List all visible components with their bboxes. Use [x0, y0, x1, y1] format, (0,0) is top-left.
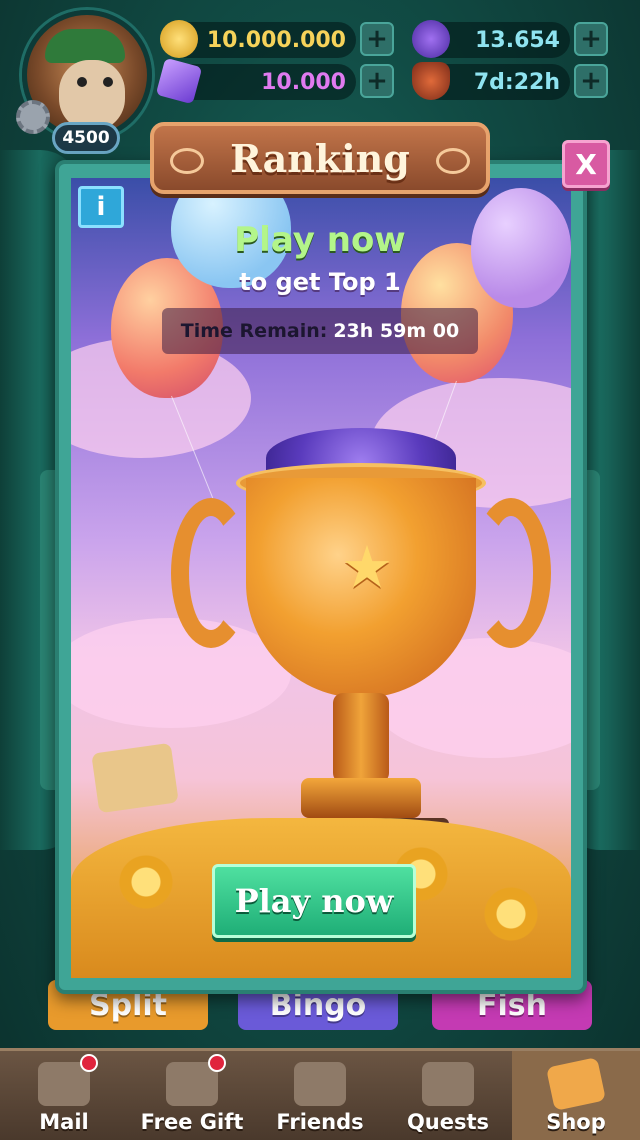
timer-label: Time Remain:	[180, 320, 328, 342]
quests-icon	[422, 1062, 474, 1106]
add-energy-button[interactable]: +	[574, 22, 608, 56]
promo-headline: Play now	[234, 220, 406, 260]
coin-icon	[160, 20, 198, 58]
close-button[interactable]: X	[562, 140, 610, 188]
shop-cart-icon	[545, 1057, 607, 1111]
time-remaining: Time Remain: 23h 59m 00	[162, 308, 478, 354]
nav-friends[interactable]: Friends	[256, 1051, 384, 1140]
add-shield-button[interactable]: +	[574, 64, 608, 98]
modal-title-plaque: Ranking	[150, 122, 490, 194]
nav-free-gift[interactable]: Free Gift	[128, 1051, 256, 1140]
shield-icon	[412, 62, 450, 100]
face-shape	[59, 60, 125, 130]
nav-quests[interactable]: Quests	[384, 1051, 512, 1140]
info-button[interactable]: i	[78, 186, 124, 228]
play-now-button[interactable]: Play now	[212, 864, 416, 938]
nav-label: Quests	[406, 1110, 490, 1134]
bottom-nav: Mail Free Gift Friends Quests Shop	[0, 1048, 640, 1140]
lightning-icon	[412, 20, 450, 58]
gift-icon	[166, 1054, 226, 1106]
mail-icon	[38, 1054, 98, 1106]
star-icon: ★	[341, 533, 393, 601]
add-coins-button[interactable]: +	[360, 22, 394, 56]
nav-label: Shop	[546, 1110, 606, 1134]
trophy-stem	[333, 693, 389, 783]
trophy-artwork: ★	[71, 178, 571, 978]
promo-subline: to get Top 1	[239, 268, 401, 296]
nav-shop[interactable]: Shop	[512, 1051, 640, 1140]
add-gems-button[interactable]: +	[360, 64, 394, 98]
hat-shape	[45, 29, 125, 63]
notification-dot	[208, 1054, 226, 1072]
notification-dot	[80, 1054, 98, 1072]
trophy-handle	[171, 498, 251, 648]
nav-label: Friends	[276, 1110, 364, 1134]
settings-gear-icon[interactable]	[16, 100, 50, 134]
player-level-badge: 4500	[52, 122, 120, 154]
nav-mail[interactable]: Mail	[0, 1051, 128, 1140]
treasure-chest	[91, 742, 179, 814]
trophy-base	[301, 778, 421, 818]
nav-label: Free Gift	[140, 1110, 244, 1134]
eye-shape	[103, 77, 113, 87]
trophy-handle	[471, 498, 551, 648]
nav-label: Mail	[39, 1110, 89, 1134]
friends-icon	[294, 1062, 346, 1106]
eye-shape	[77, 77, 87, 87]
timer-value: 23h 59m 00	[333, 320, 460, 342]
modal-title: Ranking	[230, 135, 410, 181]
